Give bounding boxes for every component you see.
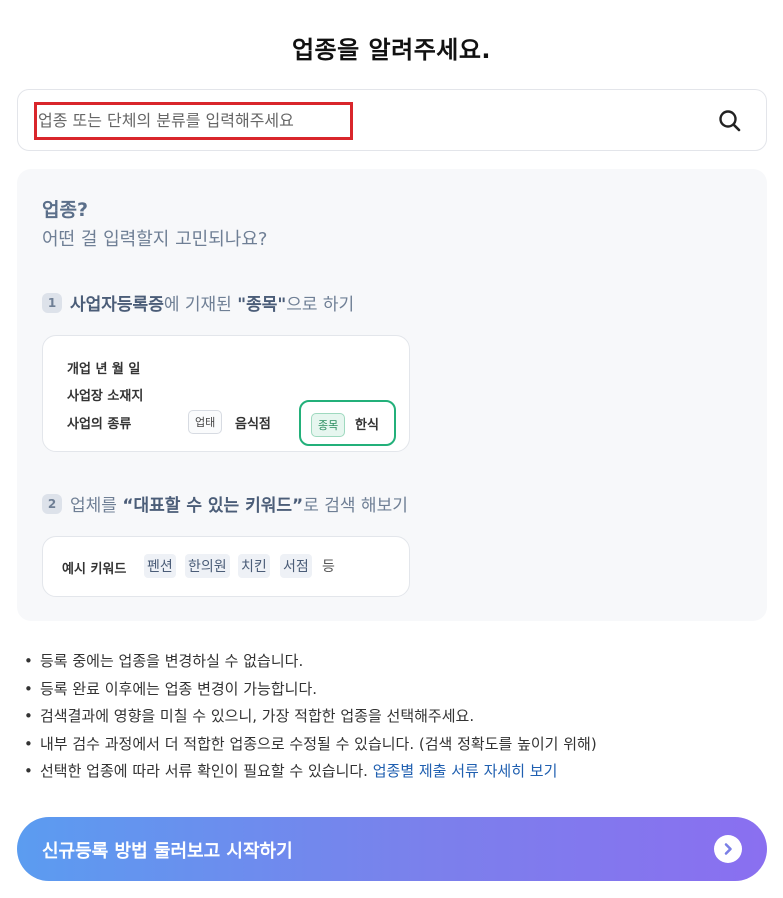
step-number-badge: 1 xyxy=(42,292,62,313)
step2-bold-keyword: “대표할 수 있는 키워드” xyxy=(122,496,304,516)
start-registration-button[interactable]: 신규등록 방법 둘러보고 시작하기 xyxy=(17,817,767,881)
notice-list: 등록 중에는 업종을 변경하실 수 없습니다. 등록 완료 이후에는 업종 변경… xyxy=(24,648,764,786)
license-row-address: 사업장 소재지 xyxy=(67,389,144,404)
tag-business-category: 업태 xyxy=(188,410,223,434)
value-business-category: 음식점 xyxy=(235,417,271,432)
license-row-open-date: 개업 년 월 일 xyxy=(67,362,141,377)
item-highlight-box: 종목 한식 xyxy=(299,400,396,446)
start-registration-label: 신규등록 방법 둘러보고 시작하기 xyxy=(42,841,293,862)
notice-item-with-link: 선택한 업종에 따라 서류 확인이 필요할 수 있습니다. 업종별 제출 서류 … xyxy=(24,758,764,786)
step2-text-1: 업체를 xyxy=(70,496,123,516)
search-bar xyxy=(17,89,767,151)
value-business-item: 한식 xyxy=(355,418,379,433)
keyword-chip: 한의원 xyxy=(185,554,230,578)
step1-text-2: 으로 하기 xyxy=(286,295,355,315)
keyword-chip: 펜션 xyxy=(144,554,176,578)
guide-step-2: 2 업체를 “대표할 수 있는 키워드” 로 검색 해보기 xyxy=(42,491,408,516)
keyword-chip: 치킨 xyxy=(238,554,270,578)
guide-title: 업종? xyxy=(42,199,88,221)
step1-bold-item: "종목" xyxy=(237,295,287,315)
guide-step-1: 1 사업자등록증 에 기재된 "종목" 으로 하기 xyxy=(42,290,354,315)
chevron-right-icon xyxy=(714,835,742,863)
license-row-business-type: 사업의 종류 xyxy=(67,417,132,432)
search-icon[interactable] xyxy=(717,108,743,134)
example-keywords-label: 예시 키워드 xyxy=(62,562,127,577)
step2-text-2: 로 검색 해보기 xyxy=(303,496,408,516)
step1-text-1: 에 기재된 xyxy=(163,295,238,315)
industry-guide-panel: 업종? 어떤 걸 입력할지 고민되나요? 1 사업자등록증 에 기재된 "종목"… xyxy=(17,169,767,621)
tag-business-item: 종목 xyxy=(311,413,346,437)
notice-item: 등록 완료 이후에는 업종 변경이 가능합니다. xyxy=(24,676,764,704)
example-keywords-card: 예시 키워드 펜션 한의원 치킨 서점 등 xyxy=(42,536,410,597)
required-documents-link[interactable]: 업종별 제출 서류 자세히 보기 xyxy=(373,762,558,780)
business-license-example-card: 개업 년 월 일 사업장 소재지 사업의 종류 업태 음식점 종목 한식 xyxy=(42,335,410,452)
guide-subtitle: 어떤 걸 입력할지 고민되나요? xyxy=(42,229,268,250)
notice-item: 검색결과에 영향을 미칠 수 있으니, 가장 적합한 업종을 선택해주세요. xyxy=(24,703,764,731)
step1-bold-business-license: 사업자등록증 xyxy=(70,295,164,315)
notice-item-text: 선택한 업종에 따라 서류 확인이 필요할 수 있습니다. xyxy=(40,762,373,780)
search-input[interactable] xyxy=(34,102,694,138)
notice-item: 등록 중에는 업종을 변경하실 수 없습니다. xyxy=(24,648,764,676)
page-title: 업종을 알려주세요. xyxy=(291,36,492,64)
keyword-chip: 서점 xyxy=(280,554,312,578)
notice-item: 내부 검수 과정에서 더 적합한 업종으로 수정될 수 있습니다. (검색 정확… xyxy=(24,731,764,759)
keyword-etc: 등 xyxy=(322,559,335,575)
step-number-badge: 2 xyxy=(42,493,62,514)
